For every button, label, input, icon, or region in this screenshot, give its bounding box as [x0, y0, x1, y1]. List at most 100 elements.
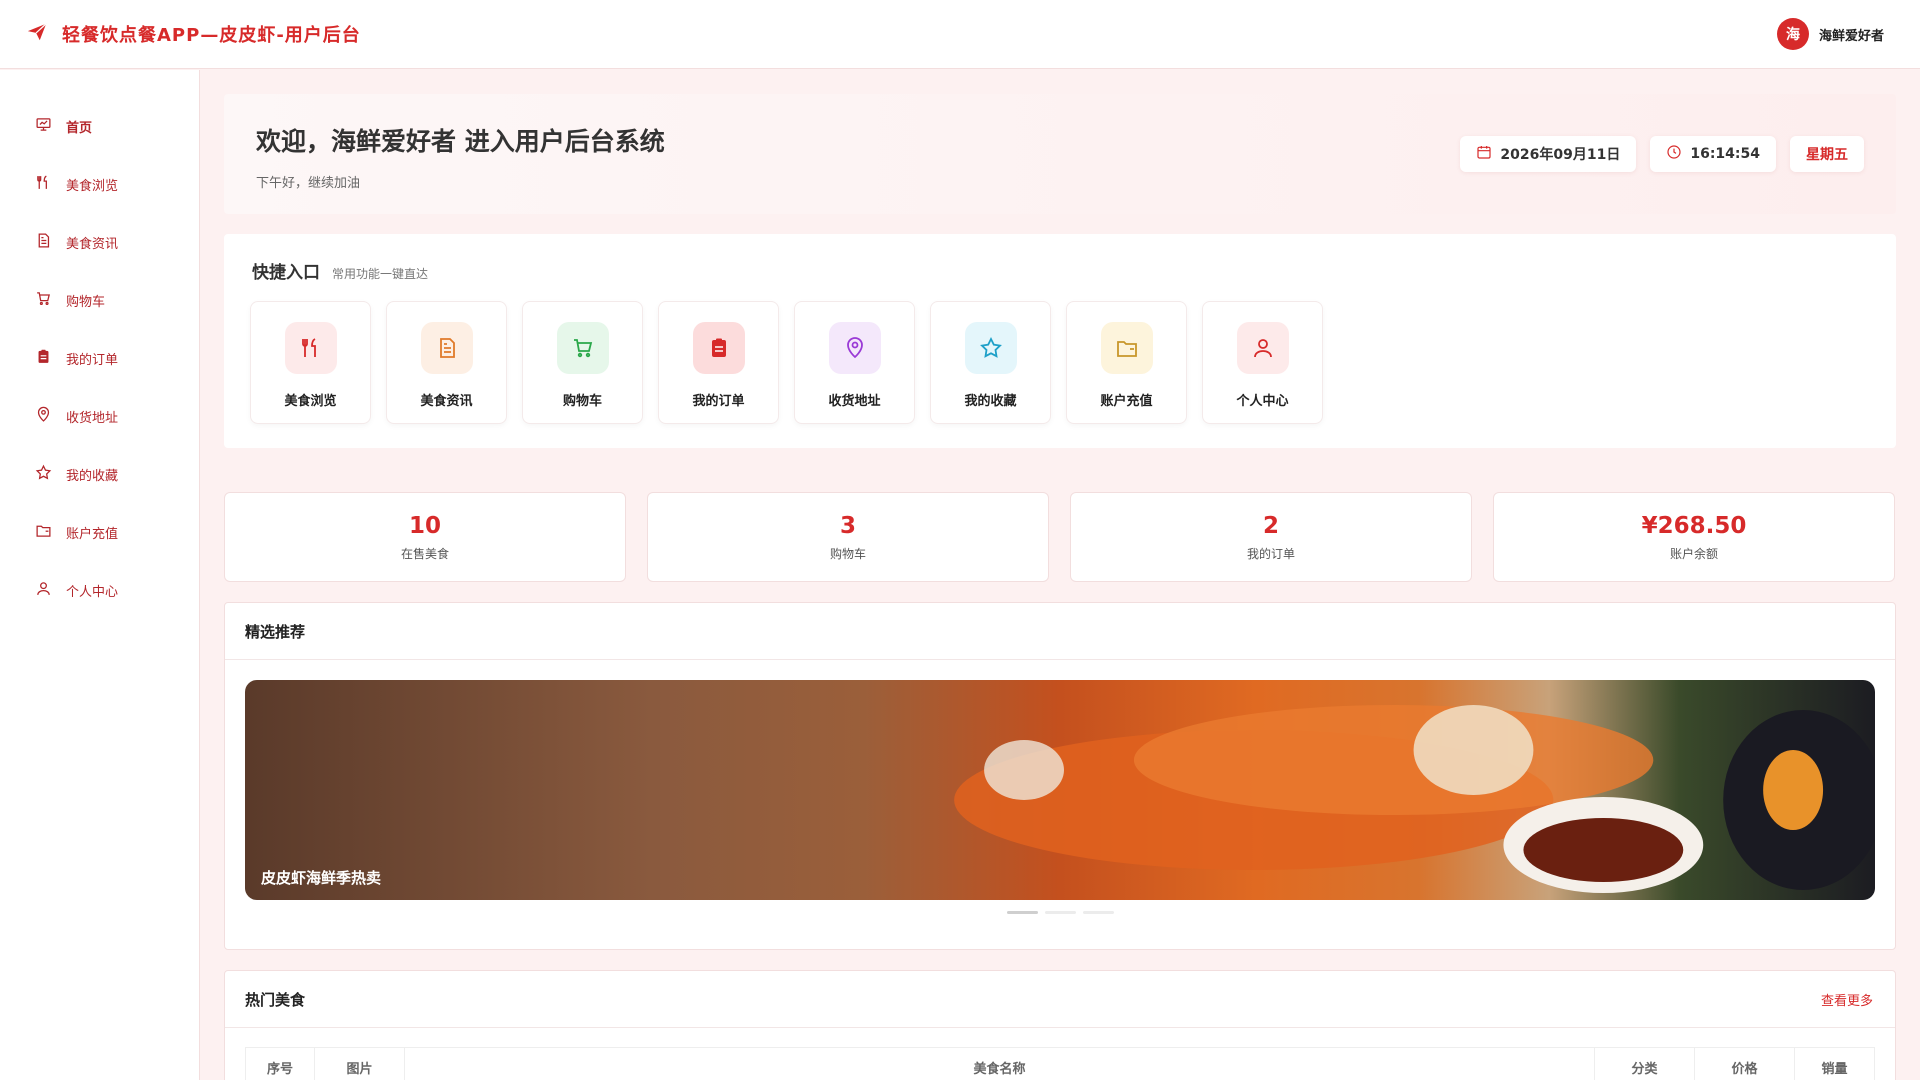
quick-access-subtitle: 常用功能一键直达: [332, 267, 429, 281]
sidebar-item-home[interactable]: 首页: [0, 97, 199, 155]
user-name[interactable]: 海鲜爱好者: [1819, 25, 1884, 44]
quick-card-cart[interactable]: 购物车: [522, 301, 643, 424]
sidebar-item-address[interactable]: 收货地址: [0, 387, 199, 445]
quick-card-food-browse[interactable]: 美食浏览: [250, 301, 371, 424]
column-header-category[interactable]: 分类: [1594, 1047, 1695, 1080]
calendar-icon: [1476, 144, 1492, 164]
quick-card-label: 美食资讯: [420, 394, 473, 409]
cart-icon: [556, 322, 609, 374]
carousel-dot[interactable]: [1044, 911, 1076, 914]
carousel-dot[interactable]: [1006, 911, 1038, 914]
quick-access-grid: 美食浏览 美食资讯 购物车 我的订单 收货地址 我的收藏 账户充值 个人中心: [250, 301, 1868, 424]
star-icon: [964, 322, 1017, 374]
stat-card-cart[interactable]: 3 购物车: [647, 492, 1049, 582]
top-header: 轻餐饮点餐APP—皮皮虾-用户后台 海 海鲜爱好者: [0, 0, 1920, 69]
stats-row: 10 在售美食 3 购物车 2 我的订单 ¥268.50 账户余额: [224, 492, 1896, 582]
column-header-name[interactable]: 美食名称: [404, 1047, 1595, 1080]
stat-card-foods[interactable]: 10 在售美食: [224, 492, 626, 582]
sidebar-item-label: 我的订单: [66, 352, 119, 368]
sidebar-item-label: 我的收藏: [66, 468, 119, 484]
sidebar-item-label: 美食浏览: [66, 178, 119, 194]
quick-card-food-news[interactable]: 美食资讯: [386, 301, 507, 424]
quick-access-header: 快捷入口 常用功能一键直达: [252, 258, 1868, 283]
document-icon: [35, 232, 52, 253]
sidebar-item-food-news[interactable]: 美食资讯: [0, 213, 199, 271]
sidebar-item-profile[interactable]: 个人中心: [0, 561, 199, 619]
stat-value: 10: [408, 512, 441, 539]
stat-card-balance[interactable]: ¥268.50 账户余额: [1493, 492, 1895, 582]
quick-card-orders[interactable]: 我的订单: [658, 301, 779, 424]
datetime-group: 2026年09月11日 16:14:54 星期五: [1460, 136, 1864, 172]
column-header-price[interactable]: 价格: [1694, 1047, 1795, 1080]
carousel-indicators: [225, 911, 1895, 914]
stat-card-orders[interactable]: 2 我的订单: [1070, 492, 1472, 582]
hot-foods-header: 热门美食 查看更多: [225, 971, 1895, 1028]
sidebar-item-cart[interactable]: 购物车: [0, 271, 199, 329]
quick-access-title: 快捷入口: [252, 263, 320, 283]
quick-card-label: 我的订单: [692, 394, 745, 409]
location-icon: [828, 322, 881, 374]
hot-foods-title: 热门美食: [245, 990, 306, 1009]
clock-icon: [1666, 144, 1682, 164]
weekday-text: 星期五: [1806, 147, 1848, 163]
sidebar-item-favorites[interactable]: 我的收藏: [0, 445, 199, 503]
sidebar-item-orders[interactable]: 我的订单: [0, 329, 199, 387]
column-header-image[interactable]: 图片: [314, 1047, 405, 1080]
date-pill: 2026年09月11日: [1460, 136, 1637, 172]
featured-header: 精选推荐: [225, 603, 1895, 660]
quick-card-label: 个人中心: [1236, 394, 1289, 409]
sidebar-item-label: 账户充值: [66, 526, 119, 542]
quick-card-label: 我的收藏: [964, 394, 1017, 409]
view-more-link[interactable]: 查看更多: [1821, 990, 1873, 1009]
user-icon: [1236, 322, 1289, 374]
seafood-banner-image[interactable]: 皮皮虾海鲜季热卖: [245, 680, 1875, 900]
user-icon: [35, 580, 52, 601]
paper-plane-icon: [26, 21, 48, 47]
date-text: 2026年09月11日: [1500, 147, 1621, 163]
time-pill: 16:14:54: [1650, 136, 1776, 172]
star-icon: [35, 464, 52, 485]
utensils-icon: [284, 322, 337, 374]
column-header-sales[interactable]: 销量: [1794, 1047, 1875, 1080]
brand[interactable]: 轻餐饮点餐APP—皮皮虾-用户后台: [26, 21, 361, 47]
welcome-subtitle: 下午好，继续加油: [256, 176, 361, 191]
featured-title: 精选推荐: [245, 622, 306, 641]
quick-access-panel: 快捷入口 常用功能一键直达 美食浏览 美食资讯 购物车 我的订单 收货地址 我的…: [224, 234, 1896, 448]
hot-foods-table: 序号 图片 美食名称 分类 价格 销量: [245, 1047, 1875, 1080]
location-icon: [35, 406, 52, 427]
hot-foods-panel: 热门美食 查看更多 序号 图片 美食名称 分类 价格 销量: [224, 970, 1896, 1080]
stat-value: 2: [1262, 512, 1279, 539]
welcome-banner: 欢迎，海鲜爱好者 进入用户后台系统 下午好，继续加油 2026年09月11日 1…: [224, 94, 1896, 214]
user-menu[interactable]: 海 海鲜爱好者: [1776, 18, 1884, 50]
time-text: 16:14:54: [1690, 146, 1760, 162]
sidebar-item-label: 首页: [66, 120, 93, 136]
quick-card-address[interactable]: 收货地址: [794, 301, 915, 424]
sidebar-item-recharge[interactable]: 账户充值: [0, 503, 199, 561]
utensils-icon: [35, 174, 52, 195]
column-header-index[interactable]: 序号: [245, 1047, 315, 1080]
quick-card-recharge[interactable]: 账户充值: [1066, 301, 1187, 424]
stat-value: 3: [839, 512, 856, 539]
featured-panel: 精选推荐 皮皮虾海鲜季热卖: [224, 602, 1896, 950]
banner-caption: 皮皮虾海鲜季热卖: [261, 869, 382, 887]
quick-card-profile[interactable]: 个人中心: [1202, 301, 1323, 424]
stat-value: ¥268.50: [1641, 512, 1747, 539]
carousel-dot[interactable]: [1082, 911, 1114, 914]
sidebar: 首页 美食浏览 美食资讯 购物车 我的订单 收货地址 我的收藏 账户充值 个人中…: [0, 70, 200, 1080]
app-title: 轻餐饮点餐APP—皮皮虾-用户后台: [62, 25, 361, 46]
quick-card-label: 收货地址: [828, 394, 881, 409]
sidebar-item-label: 收货地址: [66, 410, 119, 426]
avatar[interactable]: 海: [1776, 18, 1809, 50]
seafood-illustration: [954, 705, 1875, 893]
stat-label: 在售美食: [400, 546, 449, 561]
sidebar-item-food-browse[interactable]: 美食浏览: [0, 155, 199, 213]
main-content: 欢迎，海鲜爱好者 进入用户后台系统 下午好，继续加油 2026年09月11日 1…: [224, 94, 1896, 1080]
stat-label: 我的订单: [1246, 546, 1295, 561]
quick-card-favorites[interactable]: 我的收藏: [930, 301, 1051, 424]
table-header-row: 序号 图片 美食名称 分类 价格 销量: [245, 1047, 1875, 1080]
quick-card-label: 美食浏览: [284, 394, 337, 409]
quick-card-label: 账户充值: [1100, 394, 1153, 409]
quick-card-label: 购物车: [562, 394, 602, 409]
clipboard-icon: [692, 322, 745, 374]
clipboard-icon: [35, 348, 52, 369]
